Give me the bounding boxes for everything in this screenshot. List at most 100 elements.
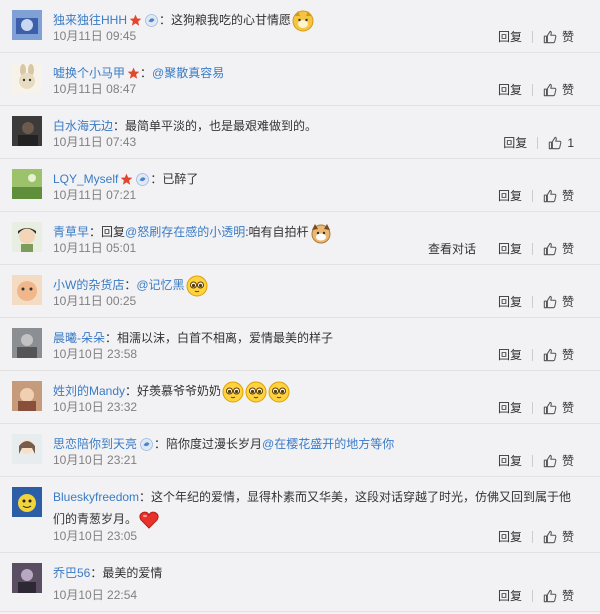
thumbs-up-icon [543,454,562,468]
vip-badge-icon[interactable] [135,172,150,187]
comment-username[interactable]: 姓刘的Mandy [53,384,125,398]
comment-text: ：已醉了 [150,172,199,186]
like-button[interactable]: 1 [548,136,574,150]
like-label: 赞 [561,30,574,44]
reply-button[interactable]: 回复 [498,528,522,545]
comment-text: ：好羡慕爷爷奶奶 [125,384,222,398]
reply-button[interactable]: 回复 [498,240,522,257]
like-button[interactable]: 赞 [543,240,574,257]
mention-link[interactable]: @怒刷存在感的小透明 [125,225,245,239]
action-divider [531,242,533,255]
dog-emoji-icon [310,222,332,244]
like-button[interactable]: 赞 [543,587,574,604]
adore-emoji-icon [186,275,208,297]
like-button[interactable]: 赞 [543,399,574,416]
avatar[interactable] [12,434,42,464]
comment-item: 乔巴56：最美的爱情 10月10日 22:54 回复 赞 [0,553,600,612]
thumbs-up-icon [548,136,567,150]
star-badge-icon[interactable] [129,14,142,27]
reply-button[interactable]: 回复 [498,28,522,45]
action-divider [531,83,533,96]
comment-item: 姓刘的Mandy：好羡慕爷爷奶奶 10月10日 23:32 回复 赞 [0,371,600,424]
like-button[interactable]: 赞 [543,293,574,310]
reply-button[interactable]: 回复 [498,399,522,416]
thumbs-up-icon [543,242,562,256]
like-label: 赞 [561,401,574,415]
comment-username[interactable]: 思恋陪你到天亮 [53,437,137,451]
adore-emoji-icon [222,381,244,403]
comment-item: 晨曦-朵朵：相濡以沫，白首不相离，爱情最美的样子 10月10日 23:58 回复 赞 [0,318,600,371]
like-label: 赞 [561,83,574,97]
comment-username[interactable]: 白水海无边 [53,119,113,133]
comment-text: ： [124,278,137,292]
avatar[interactable] [12,63,42,93]
comment-item: 嘘换个小马甲 ：@聚散真容易 10月11日 08:47 回复 赞 [0,53,600,106]
comment-username[interactable]: 乔巴56 [53,566,90,580]
reply-button[interactable]: 回复 [498,452,522,469]
like-label: 赞 [561,242,574,256]
mention-link[interactable]: @记忆黑 [136,278,184,292]
mention-link[interactable]: @聚散真容易 [152,66,224,80]
vip-badge-icon[interactable] [139,437,154,452]
comment-actions: 回复 赞 [498,399,574,416]
avatar[interactable] [12,381,42,411]
thumbs-up-icon [543,530,562,544]
avatar[interactable] [12,116,42,146]
comment-username[interactable]: Blueskyfreedom [53,490,139,504]
reply-button[interactable]: 回复 [503,134,527,151]
action-divider [531,348,533,361]
star-badge-icon[interactable] [120,173,133,186]
reply-button[interactable]: 回复 [498,81,522,98]
reply-button[interactable]: 回复 [498,293,522,310]
comment-timestamp: 10月10日 23:21 [53,453,138,467]
like-label: 赞 [561,348,574,362]
action-divider [537,136,539,149]
vip-badge-icon[interactable] [144,13,159,28]
like-button[interactable]: 赞 [543,528,574,545]
comment-username[interactable]: 嘘换个小马甲 [53,66,125,80]
comment-actions: 回复 赞 [498,587,574,604]
comment-timestamp: 10月11日 07:21 [53,188,137,202]
comment-text: :咱有自拍杆 [245,225,309,239]
reply-button[interactable]: 回复 [498,346,522,363]
comment-timestamp: 10月11日 00:25 [53,294,137,308]
comment-username[interactable]: 独来独往HHH [53,13,127,27]
comment-timestamp: 10月11日 05:01 [53,241,137,255]
reply-button[interactable]: 回复 [498,187,522,204]
comment-username[interactable]: 小W的杂货店 [53,278,124,292]
like-label: 赞 [561,295,574,309]
comment-actions: 查看对话 回复 赞 [428,240,574,257]
like-button[interactable]: 赞 [543,452,574,469]
avatar[interactable] [12,169,42,199]
like-button[interactable]: 赞 [543,187,574,204]
thumbs-up-icon [543,348,562,362]
action-divider [531,189,533,202]
avatar[interactable] [12,328,42,358]
reply-button[interactable]: 回复 [498,587,522,604]
comment-timestamp: 10月10日 23:05 [53,529,138,543]
avatar[interactable] [12,10,42,40]
action-divider [531,589,533,602]
comment-username[interactable]: 青草早 [53,225,89,239]
avatar[interactable] [12,563,42,593]
comment-text: ：最美的爱情 [90,566,163,580]
like-button[interactable]: 赞 [543,28,574,45]
avatar[interactable] [12,222,42,252]
comment-actions: 回复 赞 [498,528,574,545]
view-conversation-link[interactable]: 查看对话 [428,240,476,257]
comment-item: 小W的杂货店：@记忆黑 10月11日 00:25 回复 赞 [0,265,600,318]
comment-timestamp: 10月11日 09:45 [53,29,137,43]
avatar[interactable] [12,275,42,305]
adore-emoji-icon [245,381,267,403]
comment-timestamp: 10月10日 22:54 [53,588,138,602]
comment-username[interactable]: 晨曦-朵朵 [53,331,105,345]
thumbs-up-icon [543,30,562,44]
like-button[interactable]: 赞 [543,346,574,363]
like-button[interactable]: 赞 [543,81,574,98]
action-divider [531,401,533,414]
star-badge-icon[interactable] [127,67,140,80]
comment-item: 思恋陪你到天亮 ：陪你度过漫长岁月@在樱花盛开的地方等你 10月10日 23:21 回… [0,424,600,477]
comment-username[interactable]: LQY_Myself [53,172,118,186]
avatar[interactable] [12,487,42,517]
mention-link[interactable]: @在樱花盛开的地方等你 [262,437,394,451]
